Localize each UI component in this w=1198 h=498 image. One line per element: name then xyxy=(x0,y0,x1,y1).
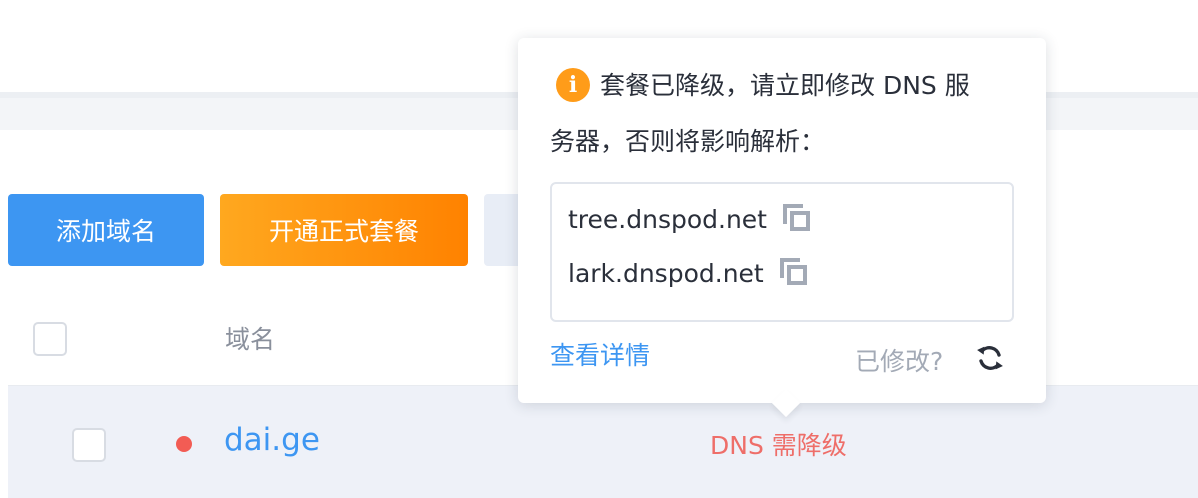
refresh-icon[interactable] xyxy=(974,342,1006,374)
open-plan-button[interactable]: 开通正式套餐 xyxy=(220,194,468,266)
column-header-domain: 域名 xyxy=(225,325,276,354)
status-dot-icon xyxy=(176,436,192,452)
view-details-link[interactable]: 查看详情 xyxy=(550,336,650,372)
row-checkbox[interactable] xyxy=(72,428,106,462)
domain-link[interactable]: dai.ge xyxy=(224,422,320,458)
add-domain-button[interactable]: 添加域名 xyxy=(8,194,204,266)
select-all-checkbox[interactable] xyxy=(33,322,67,356)
nameserver-text: lark.dnspod.net xyxy=(568,258,764,288)
dns-downgrade-popover: i 套餐已降级，请立即修改 DNS 服 务器，否则将影响解析： tree.dns… xyxy=(518,38,1046,418)
nameserver-text: tree.dnspod.net xyxy=(568,204,767,234)
copy-icon[interactable] xyxy=(779,258,810,288)
nameserver-item: lark.dnspod.net xyxy=(568,258,810,288)
warning-text-line1: 套餐已降级，请立即修改 DNS 服 xyxy=(600,71,970,100)
warning-text-line2: 务器，否则将影响解析： xyxy=(550,127,826,156)
copy-icon[interactable] xyxy=(783,204,813,234)
nameserver-box: tree.dnspod.net lark.dnspod.net xyxy=(550,182,1014,322)
nameserver-item: tree.dnspod.net xyxy=(568,204,813,234)
info-icon: i xyxy=(556,68,590,102)
modified-question-text: 已修改? xyxy=(855,347,944,376)
dns-status-text[interactable]: DNS 需降级 xyxy=(710,426,847,462)
